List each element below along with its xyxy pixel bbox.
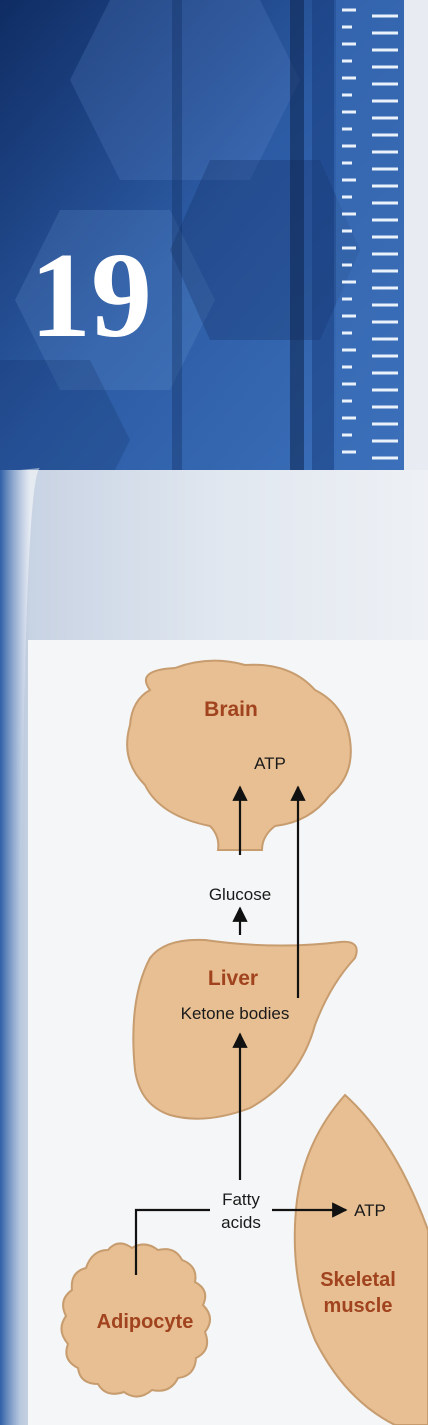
cover-canvas: 19 Brain Liver Adipocyte Skeletal muscle… [0, 0, 428, 1425]
fatty-acids-label-line2: acids [221, 1213, 261, 1232]
atp-brain-label: ATP [254, 754, 286, 773]
skeletal-muscle-label-line2: muscle [324, 1295, 393, 1317]
glucose-label: Glucose [209, 885, 271, 904]
ruler-strip [336, 0, 428, 520]
ketone-bodies-label: Ketone bodies [181, 1004, 290, 1023]
adipocyte-label: Adipocyte [97, 1311, 194, 1333]
atp-muscle-label: ATP [354, 1201, 386, 1220]
chapter-number: 19 [30, 228, 152, 363]
liver-label: Liver [208, 967, 258, 990]
skeletal-muscle-label-line1: Skeletal [320, 1269, 396, 1291]
brain-label: Brain [204, 698, 258, 721]
fatty-acids-label-line1: Fatty [222, 1190, 260, 1209]
